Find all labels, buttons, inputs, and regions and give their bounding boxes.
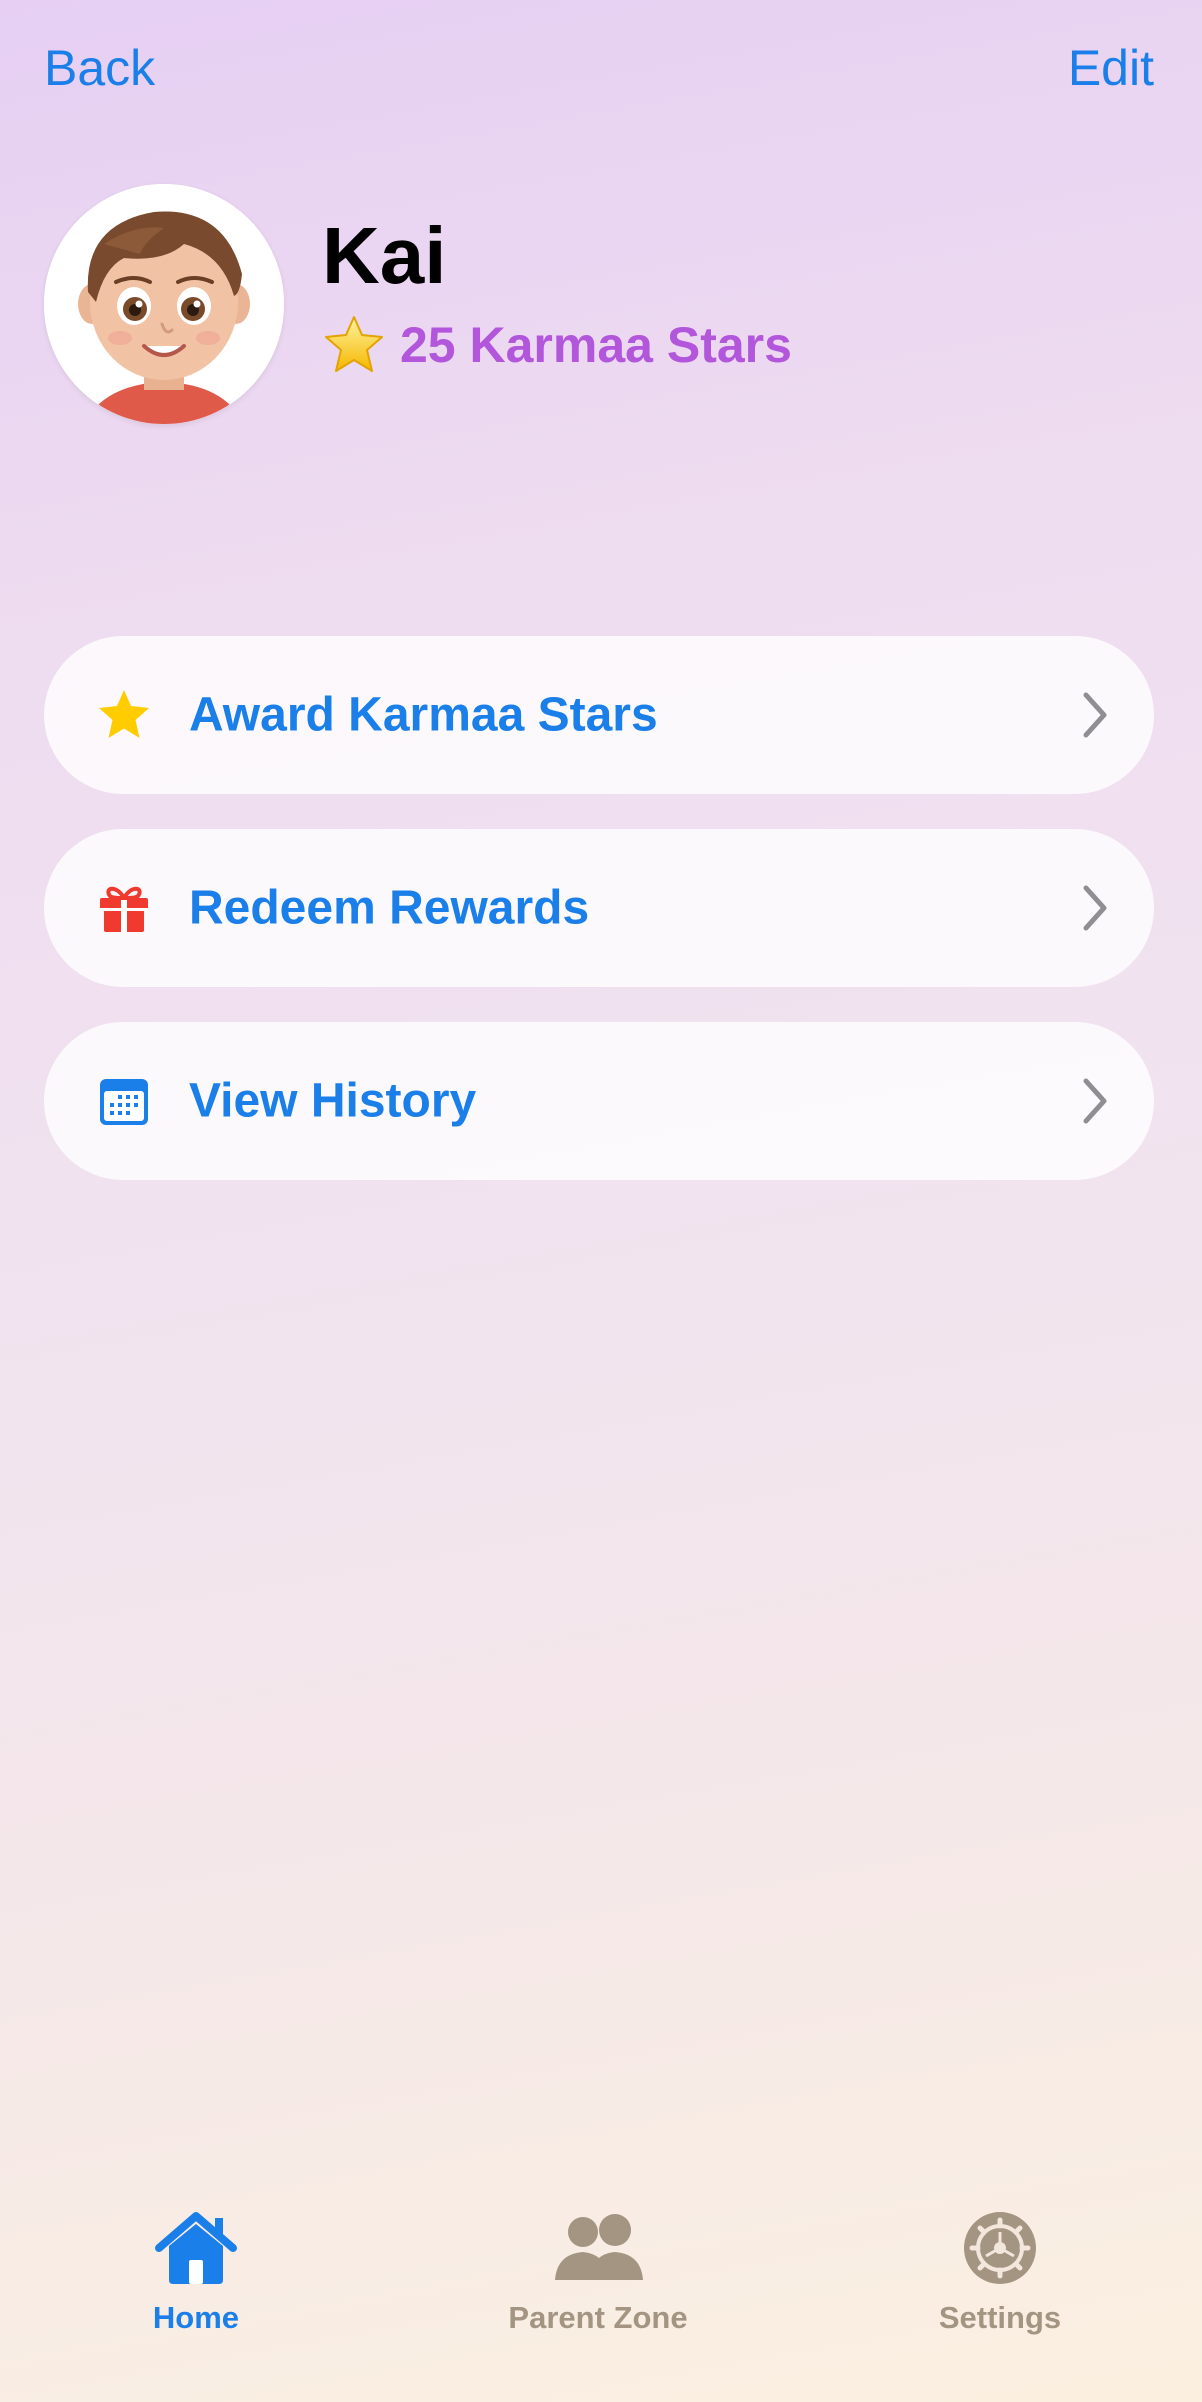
stars-balance: 25 Karmaa Stars: [322, 313, 792, 377]
tab-home[interactable]: Home: [76, 2210, 316, 2336]
chevron-right-icon: [1080, 1077, 1110, 1125]
tab-label: Parent Zone: [508, 2300, 688, 2335]
chevron-right-icon: [1080, 691, 1110, 739]
tab-settings[interactable]: Settings: [880, 2210, 1120, 2336]
child-avatar: [44, 184, 284, 424]
chevron-right-icon: [1080, 884, 1110, 932]
stars-count: 25 Karmaa Stars: [400, 317, 792, 373]
star-icon: [322, 313, 386, 377]
gift-icon: [96, 880, 152, 936]
star-icon: [96, 687, 152, 743]
menu-item-label: View History: [189, 1074, 477, 1128]
profile-info: Kai 25 Karmaa Stars: [322, 211, 792, 377]
gear-icon: [955, 2210, 1045, 2286]
menu-item-label: Redeem Rewards: [189, 881, 590, 935]
edit-button[interactable]: Edit: [1068, 38, 1154, 98]
child-profile-header: Kai 25 Karmaa Stars: [44, 184, 792, 424]
redeem-rewards-button[interactable]: Redeem Rewards: [44, 829, 1154, 987]
menu-item-label: Award Karmaa Stars: [189, 688, 658, 742]
tab-label: Home: [152, 2300, 240, 2335]
actions-menu: Award Karmaa Stars Redeem Rewards View H…: [44, 636, 1154, 1215]
calendar-icon: [96, 1073, 152, 1129]
view-history-button[interactable]: View History: [44, 1022, 1154, 1180]
house-icon: [151, 2210, 241, 2286]
award-stars-button[interactable]: Award Karmaa Stars: [44, 636, 1154, 794]
people-icon: [553, 2210, 643, 2286]
child-name: Kai: [322, 211, 447, 300]
tab-label: Settings: [938, 2300, 1062, 2335]
tab-bar: Home Parent Zone Settings: [0, 2210, 1202, 2402]
back-button[interactable]: Back: [44, 38, 155, 98]
tab-parent-zone[interactable]: Parent Zone: [478, 2210, 718, 2336]
